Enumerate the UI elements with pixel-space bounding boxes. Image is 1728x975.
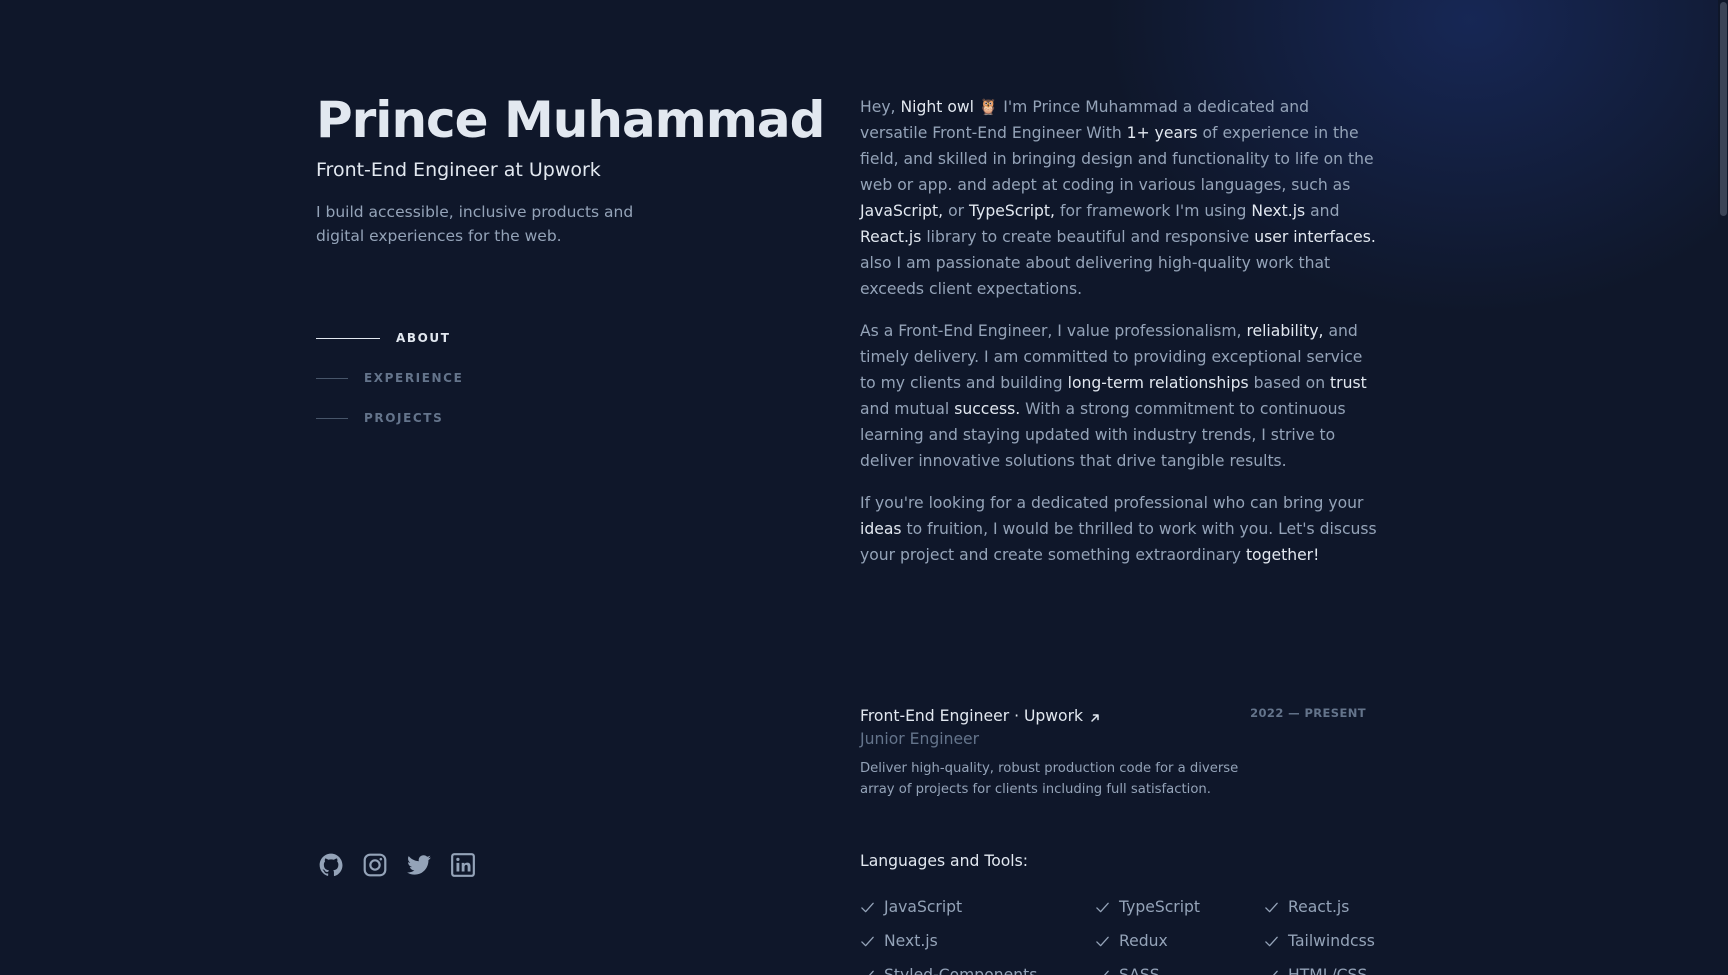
tool-item: Styled-Components bbox=[860, 962, 1037, 975]
nav-item-label: EXPERIENCE bbox=[364, 371, 464, 385]
nav-indicator-line bbox=[316, 337, 380, 339]
twitter-icon bbox=[406, 852, 432, 878]
social-links bbox=[318, 852, 476, 878]
instagram-link[interactable] bbox=[362, 852, 388, 878]
job-title: Front-End Engineer at Upwork bbox=[316, 159, 601, 181]
tool-label: Tailwindcss bbox=[1288, 932, 1375, 950]
github-icon bbox=[318, 852, 344, 878]
check-icon bbox=[860, 934, 875, 949]
nav-item-label: PROJECTS bbox=[364, 411, 444, 425]
tool-item: Redux bbox=[1095, 928, 1168, 954]
about-paragraph-3: If you're looking for a dedicated profes… bbox=[860, 494, 1377, 564]
highlight: React.js bbox=[860, 228, 922, 246]
experience-subtitle: Junior Engineer bbox=[860, 730, 980, 748]
check-icon bbox=[1095, 900, 1110, 915]
tool-label: JavaScript bbox=[884, 898, 963, 916]
nav-indicator-line bbox=[316, 377, 348, 379]
nav-indicator-line bbox=[316, 417, 348, 419]
highlight: ideas bbox=[860, 520, 902, 538]
tool-item: Next.js bbox=[860, 928, 938, 954]
highlight: user interfaces. bbox=[1254, 228, 1376, 246]
nav-item-about[interactable]: ABOUT bbox=[316, 318, 463, 358]
nav-item-projects[interactable]: PROJECTS bbox=[316, 398, 463, 438]
tool-label: React.js bbox=[1288, 898, 1350, 916]
highlight: Next.js bbox=[1251, 202, 1306, 220]
highlight: Night owl bbox=[900, 98, 974, 116]
section-nav: ABOUT EXPERIENCE PROJECTS bbox=[316, 318, 463, 438]
page-title: Prince Muhammad bbox=[316, 91, 825, 149]
nav-item-experience[interactable]: EXPERIENCE bbox=[316, 358, 463, 398]
highlight: 1+ years bbox=[1126, 124, 1198, 142]
tool-item: JavaScript bbox=[860, 894, 962, 920]
scrollbar-thumb[interactable] bbox=[1720, 2, 1727, 216]
nav-item-label: ABOUT bbox=[396, 331, 451, 345]
tool-label: TypeScript bbox=[1119, 898, 1201, 916]
experience-date-range: 2022 — PRESENT bbox=[1250, 706, 1366, 720]
tagline: I build accessible, inclusive products a… bbox=[316, 203, 634, 245]
check-icon bbox=[860, 968, 875, 975]
instagram-icon bbox=[362, 852, 388, 878]
tool-item: SASS bbox=[1095, 962, 1160, 975]
tool-item: HTML/CSS bbox=[1264, 962, 1367, 975]
highlight: JavaScript, bbox=[860, 202, 944, 220]
linkedin-icon bbox=[450, 852, 476, 878]
tool-item: React.js bbox=[1264, 894, 1349, 920]
highlight: trust bbox=[1330, 374, 1367, 392]
tool-label: Styled-Components bbox=[884, 966, 1038, 975]
check-icon bbox=[1095, 968, 1110, 975]
tool-item: TypeScript bbox=[1095, 894, 1200, 920]
tool-item: Tailwindcss bbox=[1264, 928, 1375, 954]
check-icon bbox=[1264, 934, 1279, 949]
linkedin-link[interactable] bbox=[450, 852, 476, 878]
experience-description: Deliver high-quality, robust production … bbox=[860, 761, 1239, 797]
experience-title: Front-End Engineer · Upwork bbox=[860, 707, 1084, 725]
github-link[interactable] bbox=[318, 852, 344, 878]
highlight: success. bbox=[954, 400, 1021, 418]
about-section: Hey, Night owl 🦉 I'm Prince Muhammad a d… bbox=[860, 94, 1380, 584]
tool-label: SASS bbox=[1119, 966, 1160, 975]
tool-label: Next.js bbox=[884, 932, 938, 950]
experience-title-link[interactable]: Front-End Engineer · Upwork bbox=[860, 704, 1101, 728]
experience-card[interactable]: 2022 — PRESENT Front-End Engineer · Upwo… bbox=[860, 704, 1380, 800]
page: Prince Muhammad Front-End Engineer at Up… bbox=[0, 0, 1728, 975]
tool-label: HTML/CSS bbox=[1288, 966, 1368, 975]
check-icon bbox=[1264, 900, 1279, 915]
about-paragraph-1: Hey, Night owl 🦉 I'm Prince Muhammad a d… bbox=[860, 98, 1376, 298]
scrollbar-track[interactable] bbox=[1718, 0, 1728, 975]
twitter-link[interactable] bbox=[406, 852, 432, 878]
highlight: TypeScript, bbox=[969, 202, 1056, 220]
tools-list: JavaScript TypeScript React.js Next.js R… bbox=[860, 894, 1380, 975]
check-icon bbox=[1264, 968, 1279, 975]
highlight: reliability, bbox=[1246, 322, 1324, 340]
tool-label: Redux bbox=[1119, 932, 1168, 950]
check-icon bbox=[860, 900, 875, 915]
highlight: together! bbox=[1245, 546, 1320, 564]
highlight: long-term relationships bbox=[1067, 374, 1249, 392]
tools-heading: Languages and Tools: bbox=[860, 852, 1028, 870]
about-paragraph-2: As a Front-End Engineer, I value profess… bbox=[860, 322, 1367, 470]
arrow-up-right-icon bbox=[1089, 712, 1101, 724]
check-icon bbox=[1095, 934, 1110, 949]
